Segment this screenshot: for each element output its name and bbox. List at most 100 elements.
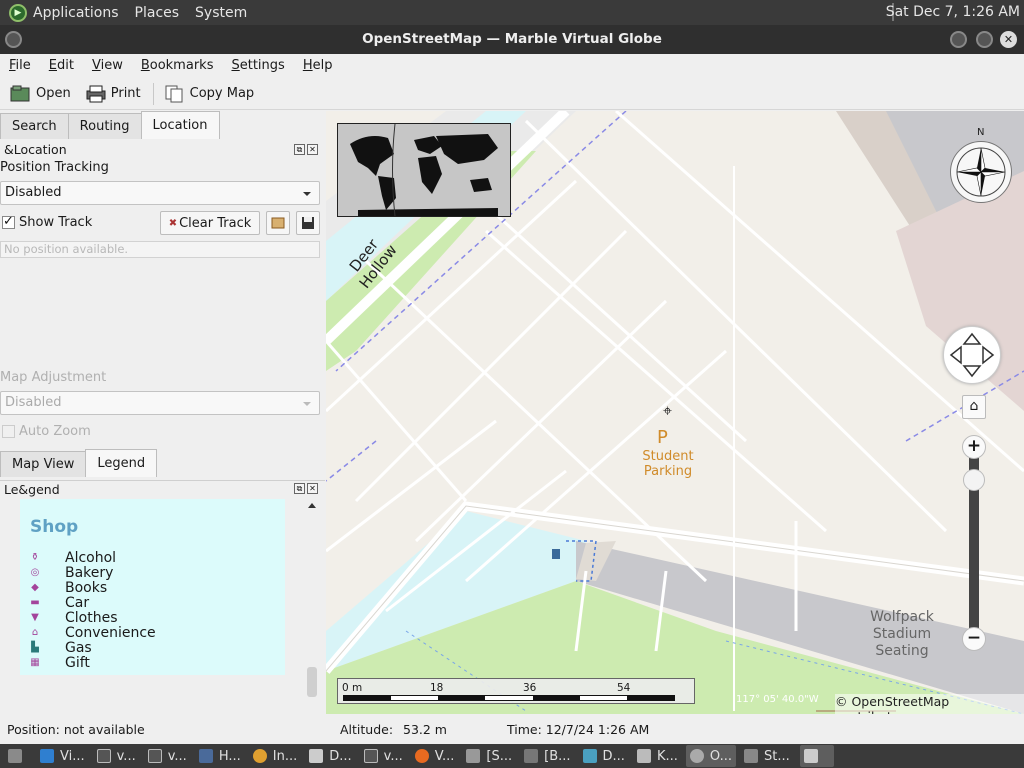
task-button[interactable]: In... bbox=[249, 745, 301, 767]
gift-icon: ▦ bbox=[30, 656, 40, 668]
map-adjustment-label: Map Adjustment bbox=[0, 370, 107, 385]
tab-legend[interactable]: Legend bbox=[85, 449, 158, 477]
position-info-text: No position available. bbox=[4, 242, 129, 256]
menu-settings[interactable]: Settings bbox=[227, 58, 288, 73]
close-button[interactable]: ✕ bbox=[1000, 31, 1017, 48]
firefox-icon bbox=[414, 749, 429, 763]
position-status: Position: not available bbox=[7, 722, 145, 737]
menu-edit[interactable]: Edit bbox=[45, 58, 78, 73]
task-button[interactable]: H... bbox=[195, 745, 245, 767]
map-adjustment-value: Disabled bbox=[5, 395, 62, 410]
legend-item-label: Books bbox=[65, 579, 108, 596]
task-button[interactable]: K... bbox=[633, 745, 682, 767]
menu-help[interactable]: Help bbox=[299, 58, 337, 73]
float-dock-icon[interactable]: ⧉ bbox=[294, 144, 305, 155]
task-button[interactable]: V... bbox=[411, 745, 459, 767]
position-tracking-select[interactable]: Disabled bbox=[0, 181, 320, 205]
copy-icon bbox=[165, 85, 183, 102]
scroll-up-icon[interactable] bbox=[308, 503, 316, 508]
task-label: [S... bbox=[486, 748, 513, 764]
task-button[interactable]: D... bbox=[305, 745, 355, 767]
auto-zoom-checkbox bbox=[2, 425, 15, 438]
app-icon bbox=[582, 749, 597, 763]
legend-item-label: Car bbox=[65, 594, 90, 611]
scroll-thumb[interactable] bbox=[307, 667, 317, 697]
scale-bar: 0 m 18 36 54 bbox=[337, 678, 695, 704]
task-label: D... bbox=[602, 748, 625, 764]
zoom-out-button[interactable]: − bbox=[962, 627, 986, 651]
clear-track-button[interactable]: ✖ Clear Track bbox=[160, 211, 260, 235]
tab-location[interactable]: Location bbox=[140, 111, 220, 139]
save-track-button[interactable] bbox=[296, 211, 320, 235]
crosshair-icon: ⌖ bbox=[663, 401, 673, 420]
stadium-label: Wolfpack Stadium Seating bbox=[866, 609, 938, 660]
menu-view[interactable]: View bbox=[88, 58, 127, 73]
home-button[interactable]: ⌂ bbox=[962, 395, 986, 419]
places-menu[interactable]: Places bbox=[135, 5, 180, 21]
legend-float-icon[interactable]: ⧉ bbox=[294, 483, 305, 494]
task-button[interactable]: D... bbox=[579, 745, 629, 767]
open-track-button[interactable] bbox=[266, 211, 290, 235]
menu-file[interactable]: File bbox=[5, 58, 35, 73]
tab-map-view[interactable]: Map View bbox=[0, 451, 87, 477]
minimize-button[interactable] bbox=[950, 31, 967, 48]
applications-menu[interactable]: Applications bbox=[33, 5, 119, 21]
show-desktop-button[interactable] bbox=[4, 745, 32, 767]
altitude-value: 53.2 m bbox=[403, 722, 447, 737]
window-menu-icon[interactable] bbox=[5, 31, 22, 48]
main-toolbar: Open Print Copy Map bbox=[0, 78, 1024, 110]
legend-item: ▼ Clothes bbox=[30, 610, 117, 626]
legend-content: Shop ⚱ Alcohol ◎ Bakery ◆ Books ▬ Car ▼ Cloth… bbox=[20, 499, 285, 675]
gas-icon: ▙ bbox=[31, 641, 39, 653]
tab-search[interactable]: Search bbox=[0, 113, 69, 139]
location-dock-header: &Location ⧉ ✕ bbox=[0, 142, 325, 160]
overview-minimap[interactable] bbox=[337, 123, 511, 217]
stadium-label-line3: Seating bbox=[875, 643, 929, 659]
map-canvas[interactable]: Deer Hollow P Student Parking Wolfpack S… bbox=[326, 111, 1024, 714]
tool-tabs: Search Routing Location bbox=[0, 111, 220, 139]
panel-clock[interactable]: Sat Dec 7, 1:26 AM bbox=[886, 4, 1020, 20]
applications-logo-icon[interactable]: ▶ bbox=[9, 3, 27, 22]
legend-item-label: Gas bbox=[65, 639, 92, 656]
task-label: O... bbox=[709, 748, 732, 764]
task-label: K... bbox=[656, 748, 678, 764]
menu-bookmarks[interactable]: Bookmarks bbox=[137, 58, 218, 73]
system-menu[interactable]: System bbox=[195, 5, 247, 21]
zoom-slider[interactable]: + − bbox=[960, 435, 988, 657]
show-track-label[interactable]: Show Track bbox=[19, 215, 92, 230]
task-button[interactable]: Vi... bbox=[36, 745, 89, 767]
legend-close-icon[interactable]: ✕ bbox=[307, 483, 318, 494]
close-dock-icon[interactable]: ✕ bbox=[307, 144, 318, 155]
task-button[interactable]: v... bbox=[360, 745, 407, 767]
terminal-icon bbox=[363, 749, 378, 763]
zoom-knob[interactable] bbox=[963, 469, 985, 491]
printer-icon bbox=[86, 85, 106, 102]
left-dock: Search Routing Location &Location ⧉ ✕ Pos… bbox=[0, 111, 325, 714]
print-button[interactable]: Print bbox=[81, 80, 145, 108]
maximize-button[interactable] bbox=[976, 31, 993, 48]
open-button[interactable]: Open bbox=[6, 80, 75, 108]
pan-navigation-pad[interactable] bbox=[943, 326, 1001, 384]
compass-rose[interactable] bbox=[950, 141, 1012, 203]
window-titlebar[interactable]: OpenStreetMap — Marble Virtual Globe ✕ bbox=[0, 25, 1024, 54]
open-file-icon bbox=[271, 217, 285, 229]
legend-scrollbar[interactable] bbox=[305, 499, 319, 714]
parking-label-line2: Parking bbox=[643, 464, 693, 479]
tab-routing[interactable]: Routing bbox=[67, 113, 142, 139]
window-title: OpenStreetMap — Marble Virtual Globe bbox=[362, 31, 662, 47]
zoom-in-button[interactable]: + bbox=[962, 435, 986, 459]
task-button-active[interactable]: O... bbox=[685, 745, 736, 767]
task-button[interactable]: v... bbox=[144, 745, 191, 767]
task-button[interactable]: St... bbox=[740, 745, 794, 767]
copy-map-button[interactable]: Copy Map bbox=[160, 80, 259, 108]
task-button[interactable]: v... bbox=[93, 745, 140, 767]
legend-item: ▬ Car bbox=[30, 594, 90, 611]
scale-label-18: 18 bbox=[430, 682, 444, 694]
task-button[interactable]: [S... bbox=[462, 745, 516, 767]
legend-item: ⚱ Alcohol bbox=[30, 550, 116, 566]
task-label: v... bbox=[383, 748, 403, 764]
print-label: Print bbox=[110, 86, 141, 101]
task-button[interactable]: [B... bbox=[520, 745, 574, 767]
show-track-checkbox[interactable] bbox=[2, 214, 15, 229]
trash-button[interactable] bbox=[799, 745, 834, 767]
